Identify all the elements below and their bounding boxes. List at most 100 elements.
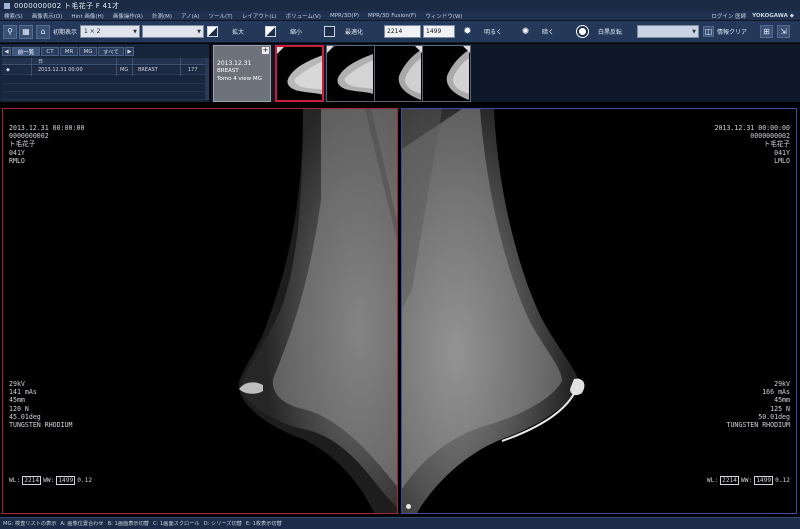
- brighten-button[interactable]: ✹ 明るく: [461, 24, 502, 39]
- app-icon: [4, 2, 10, 9]
- study-card[interactable]: + 2013.12.31 BREAST Tomo 4 view MG: [213, 45, 271, 102]
- row-modality: MG: [120, 67, 129, 73]
- study-description: Tomo 4 view MG: [217, 76, 262, 82]
- zoom-out-button[interactable]: 縮小: [265, 24, 302, 39]
- zoom-value: 0.12: [775, 477, 790, 484]
- menu-item[interactable]: MPR/3D Fusion(F): [368, 13, 416, 19]
- mas-value: 141 mAs: [9, 388, 37, 397]
- tab-ct[interactable]: CT: [41, 47, 59, 56]
- thumbnail-rcc[interactable]: [374, 45, 423, 102]
- grid-tool-button[interactable]: ▦: [19, 24, 33, 39]
- layout-select-value: 1 × 2: [84, 28, 101, 35]
- window-width-input[interactable]: 1499: [423, 25, 455, 38]
- ww-label: WW:: [43, 477, 55, 484]
- column-divider: [116, 58, 117, 76]
- darken-button[interactable]: ✺ 暗く: [519, 24, 554, 39]
- mas-value: 166 mAs: [762, 388, 790, 397]
- corner-marker: [277, 47, 284, 54]
- toolbar: ⚲ ▦ ⌂ 初期表示 1 × 2 ▼ ▼ 拡大 縮小 最適化 2214 1499…: [0, 21, 800, 43]
- row-count: 177: [188, 67, 198, 73]
- chevron-down-icon: ▼: [692, 29, 696, 35]
- study-datetime: 2013.12.31 00:00:00: [714, 124, 790, 132]
- home-icon: ⌂: [36, 24, 50, 39]
- menu-item[interactable]: レイアウト(L): [242, 12, 277, 20]
- vertical-scrollbar[interactable]: [205, 58, 209, 100]
- clear-button[interactable]: ◫ 情報クリア: [703, 24, 747, 39]
- chevron-down-icon: ▼: [197, 29, 201, 35]
- menu-bar: 検索(S) 画像表示(D) Hint 画像(H) 画像操作(R) 計測(M) ア…: [0, 11, 800, 21]
- status-item: B: 1画面表示切替: [107, 521, 149, 527]
- darken-label: 暗く: [542, 29, 555, 36]
- menu-item[interactable]: MPR/3D(P): [330, 13, 359, 19]
- menu-item[interactable]: ウィンドウ(W): [425, 12, 462, 20]
- menu-item[interactable]: 計測(M): [152, 12, 172, 20]
- search-tool-button[interactable]: ⚲: [3, 24, 17, 39]
- viewer-left[interactable]: 2013.12.31 00:00:00 0000000002 ト毛花子 041Y…: [2, 108, 398, 514]
- menu-item[interactable]: 画像操作(R): [113, 12, 143, 20]
- table-row[interactable]: ◆ 2013.12.31 00:00 MG BREAST 177: [2, 66, 205, 75]
- target-filter-value: TUNGSTEN RHODIUM: [726, 421, 790, 430]
- zoom-in-button[interactable]: 拡大: [207, 24, 244, 39]
- menu-item[interactable]: ボリューム(V): [286, 12, 321, 20]
- study-date: 2013.12.31: [217, 60, 252, 67]
- ww-value[interactable]: 1499: [754, 476, 774, 485]
- thickness-value: 45mm: [9, 396, 25, 405]
- study-body-part: BREAST: [217, 68, 239, 74]
- breast-thumbnail-image: [398, 50, 421, 100]
- patient-info-top-right: 2013.12.31 00:00:00 0000000002 ト毛花子 041Y…: [715, 124, 790, 165]
- view-label: RMLO: [9, 156, 25, 165]
- wl-value[interactable]: 2214: [22, 476, 42, 485]
- invert-button[interactable]: 白黒反転: [577, 24, 622, 39]
- expand-icon[interactable]: +: [262, 47, 269, 54]
- zoom-in-icon: [207, 26, 218, 37]
- initial-display-button[interactable]: ⌂ 初期表示: [36, 24, 77, 39]
- menu-item[interactable]: アノ(A): [181, 12, 200, 20]
- login-user: ログイン 医師: [711, 13, 747, 20]
- viewer-right[interactable]: 2013.12.31 00:00:00 0000000002 ト毛花子 041Y…: [401, 108, 797, 514]
- tab-mg[interactable]: MG: [79, 47, 97, 56]
- view-label: LMLO: [774, 156, 790, 165]
- layout-tool-button[interactable]: ⊞: [760, 24, 773, 39]
- window-title: 0000000002 ト毛花子 F 41才: [14, 1, 120, 10]
- tab-next-arrow[interactable]: ▶: [125, 47, 134, 56]
- target-filter-value: TUNGSTEN RHODIUM: [9, 421, 73, 430]
- thumbnail-rmlo[interactable]: [275, 45, 324, 102]
- layout-select[interactable]: 1 × 2 ▼: [80, 25, 140, 38]
- export-tool-button[interactable]: ⇲: [777, 24, 790, 39]
- study-table-header: 日: [2, 58, 205, 65]
- menu-item[interactable]: Hint 画像(H): [71, 12, 103, 20]
- window-level-input[interactable]: 2214: [384, 25, 421, 38]
- wl-value[interactable]: 2214: [720, 476, 739, 485]
- patient-name: ト毛花子: [763, 140, 790, 149]
- tab-mr[interactable]: MR: [60, 47, 78, 56]
- preset-select[interactable]: ▼: [142, 25, 204, 38]
- zoom-in-label: 拡大: [232, 29, 245, 36]
- thumbnail-lmlo[interactable]: [326, 45, 375, 102]
- exposure-info-bottom-right: 29kV 166 mAs 45mm 125 N 50.01deg TUNGSTE…: [726, 380, 790, 429]
- tab-prev-arrow[interactable]: ◀: [2, 47, 11, 56]
- sun-dim-icon: ✺: [521, 26, 530, 37]
- ww-value[interactable]: 1499: [56, 476, 76, 485]
- zoom-out-label: 縮小: [290, 29, 303, 36]
- brand-logo: YOKOGAWA ◆: [752, 12, 794, 19]
- filter-select[interactable]: ▼: [637, 25, 699, 38]
- ww-label: WW:: [741, 477, 753, 484]
- wl-label: WL:: [9, 477, 21, 484]
- tab-list[interactable]: 前一覧: [12, 47, 40, 56]
- clear-label: 情報クリア: [717, 29, 748, 36]
- thumbnail-lcc[interactable]: [422, 45, 471, 102]
- fit-button[interactable]: 最適化: [324, 24, 363, 39]
- window-level-readout: WL: 2214 WW: 1499 0.12: [9, 476, 92, 485]
- layout-icon: ⊞: [760, 25, 773, 38]
- menu-item[interactable]: 検索(S): [4, 12, 23, 20]
- row-marker: ◆: [6, 67, 10, 73]
- menu-item[interactable]: ツール(T): [209, 12, 233, 20]
- menu-item[interactable]: 画像表示(D): [32, 12, 63, 20]
- column-divider: [132, 58, 133, 76]
- breast-thumbnail-image: [446, 50, 469, 100]
- patient-age: 041Y: [9, 148, 25, 157]
- tab-all[interactable]: すべて: [98, 47, 124, 56]
- kv-value: 29kV: [9, 380, 25, 388]
- wl-label: WL:: [706, 477, 719, 484]
- column-header: 日: [38, 59, 44, 65]
